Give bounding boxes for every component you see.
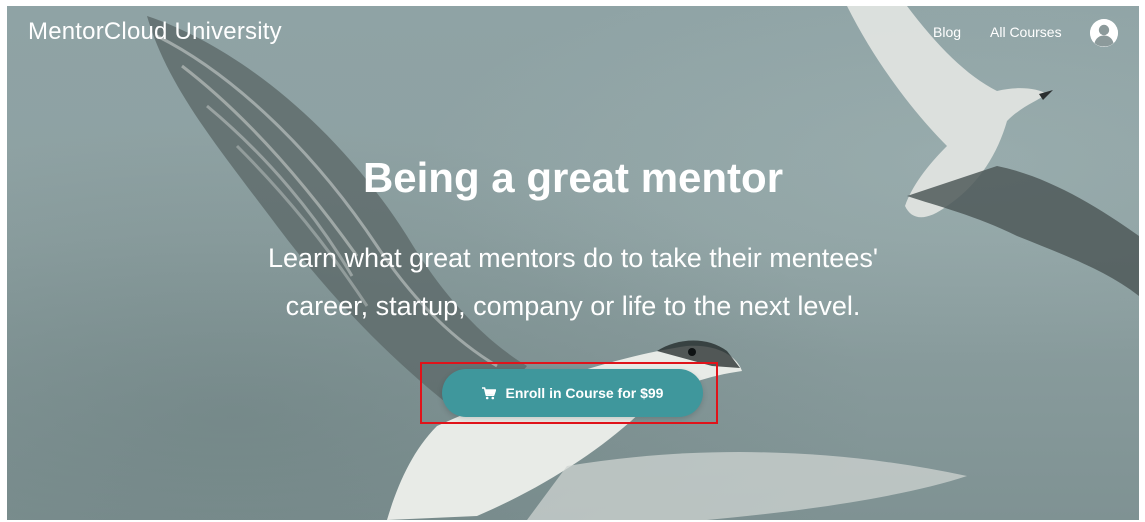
- hero-subtitle: Learn what great mentors do to take thei…: [173, 234, 973, 330]
- enroll-course-button[interactable]: Enroll in Course for $99: [442, 369, 703, 417]
- hero-title: Being a great mentor: [362, 154, 784, 201]
- enroll-button-label: Enroll in Course for $99: [505, 385, 664, 401]
- page-frame: MentorCloud University Blog All Courses …: [7, 6, 1139, 520]
- hero-subtitle-line-2: career, startup, company or life to the …: [285, 291, 861, 321]
- nav-link-all-courses[interactable]: All Courses: [990, 24, 1062, 40]
- hero-subtitle-line-1: Learn what great mentors do to take thei…: [268, 243, 878, 273]
- person-icon: [1090, 19, 1118, 47]
- top-navigation-bar: MentorCloud University Blog All Courses: [7, 6, 1139, 58]
- shopping-cart-icon: [481, 386, 496, 400]
- brand-logo-link[interactable]: MentorCloud University: [28, 18, 282, 46]
- nav-link-blog[interactable]: Blog: [933, 24, 961, 40]
- user-avatar-icon[interactable]: [1090, 19, 1118, 47]
